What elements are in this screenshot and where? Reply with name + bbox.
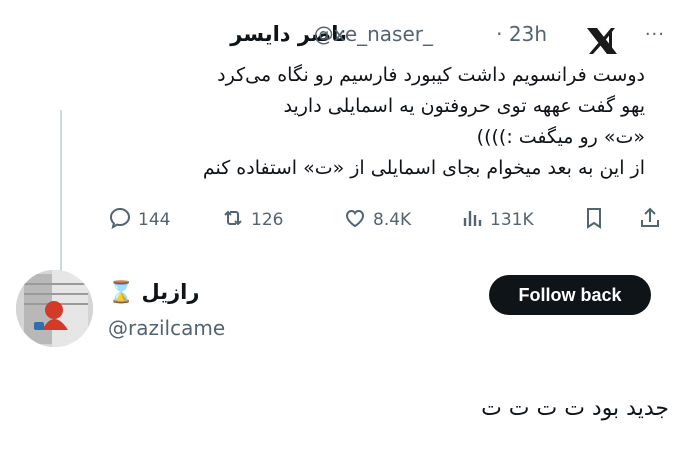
more-icon[interactable]: ···: [645, 24, 665, 45]
tweet-line: «ت» رو میگفت :)))): [476, 126, 645, 148]
reply-icon: [108, 206, 132, 235]
views-icon: [460, 206, 484, 235]
views-count: 131K: [490, 210, 534, 230]
bookmark-icon: [582, 206, 606, 235]
like-count: 8.4K: [373, 210, 412, 230]
tweet-text: دوست فرانسویم داشت کیبورد فارسیم رو نگاه…: [85, 60, 645, 184]
share-icon: [638, 206, 662, 235]
reply-text: جدید بود ت ت ت ت: [481, 396, 669, 421]
like-icon: [343, 206, 367, 235]
quoted-tweet-header: ناصر دایسر @xe_naser_ · 23h ···: [90, 18, 665, 58]
repost-icon: [221, 206, 245, 235]
follow-back-button[interactable]: Follow back: [489, 275, 651, 315]
x-logo-icon: [585, 26, 619, 56]
repost-count: 126: [251, 210, 284, 230]
time-value: 23h: [508, 22, 547, 46]
reply-tweet[interactable]: رازیل ⌛️ @razilcame Follow back جدید بود…: [0, 260, 679, 457]
reply-count: 144: [138, 210, 171, 230]
thread-connector-line: [60, 110, 62, 280]
reply-author-name[interactable]: رازیل ⌛️: [108, 280, 199, 305]
author-handle[interactable]: @xe_naser_: [314, 22, 433, 46]
like-button[interactable]: 8.4K: [343, 204, 411, 236]
tweet-action-bar: 144 126 8.4K 131K: [108, 204, 664, 236]
reply-button[interactable]: 144: [108, 204, 170, 236]
repost-button[interactable]: 126: [221, 204, 283, 236]
bookmark-button[interactable]: [582, 204, 606, 236]
share-button[interactable]: [638, 204, 662, 236]
tweet-line: دوست فرانسویم داشت کیبورد فارسیم رو نگاه…: [217, 64, 645, 86]
reply-author-handle[interactable]: @razilcame: [108, 316, 225, 340]
tweet-line: از این به بعد میخوام بجای اسمایلی از «ت»…: [202, 157, 645, 179]
tweet-line: یهو گفت عههه توی حروفتون یه اسمایلی داری…: [283, 95, 646, 117]
separator: ·: [496, 22, 503, 46]
tweet-time[interactable]: · 23h: [496, 22, 547, 46]
views-button[interactable]: 131K: [460, 204, 534, 236]
avatar[interactable]: [16, 270, 93, 347]
